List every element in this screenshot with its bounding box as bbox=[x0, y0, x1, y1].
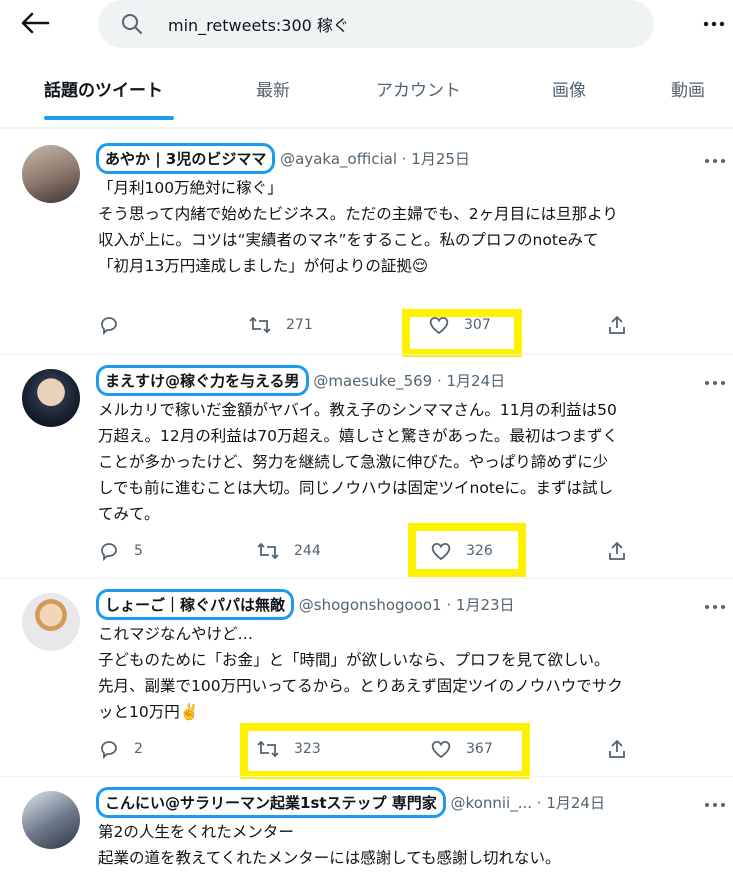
tweet-text: 「月利100万絶対に稼ぐ」 そう思って内緒で始めたビジネス。ただの主婦でも、2ヶ… bbox=[98, 175, 718, 279]
tweet-line: 収入が上に。コツは“実績者のマネ”をすること。私のプロフのnoteみて bbox=[98, 231, 599, 249]
reply-count: 2 bbox=[134, 741, 143, 757]
tweet-line: 万超え。12月の利益は70万超え。嬉しさと驚きがあった。最初はつまずく bbox=[98, 427, 618, 445]
handle-date[interactable]: @maesuke_569 · 1月24日 bbox=[313, 372, 505, 390]
share-button[interactable] bbox=[606, 539, 642, 563]
tweet[interactable]: こんにい@サラリーマン起業1stステップ 専門家 @konnii_... · 1… bbox=[0, 776, 733, 889]
tweet-line: ッと10万円✌️ bbox=[98, 703, 200, 721]
share-icon bbox=[609, 315, 625, 334]
tab-accounts[interactable]: アカウント bbox=[376, 76, 461, 101]
retweet-icon bbox=[257, 542, 279, 560]
reply-button[interactable] bbox=[98, 313, 134, 337]
search-box[interactable]: min_retweets:300 稼ぐ bbox=[98, 0, 654, 48]
reply-count: 5 bbox=[134, 543, 143, 559]
tweet-line: 先月、副業で100万円いってるから。とりあえず固定ツイのノウハウでサク bbox=[98, 677, 623, 695]
more-icon[interactable] bbox=[704, 157, 726, 165]
more-icon[interactable] bbox=[704, 603, 726, 611]
more-icon[interactable] bbox=[700, 10, 728, 38]
handle-date[interactable]: @ayaka_official · 1月25日 bbox=[280, 150, 470, 168]
tweet-line: ことが多かったけど、努力を継続して急激に伸びた。やっぱり諦めずに少 bbox=[98, 453, 609, 471]
display-name[interactable]: こんにい@サラリーマン起業1stステップ 専門家 bbox=[96, 787, 446, 818]
share-button[interactable] bbox=[606, 313, 642, 337]
share-button[interactable] bbox=[606, 737, 642, 761]
retweet-button[interactable]: 271 bbox=[248, 313, 313, 337]
retweet-icon bbox=[249, 316, 271, 334]
tweet-line: 子どものために「お金」と「時間」が欲しいなら、プロフを見て欲しい。 bbox=[98, 651, 610, 669]
tweet-line: 起業の道を教えてくれたメンターには感謝しても感謝し切れない。 bbox=[98, 849, 561, 867]
share-icon bbox=[609, 541, 625, 560]
back-arrow-icon[interactable] bbox=[18, 10, 52, 36]
more-icon[interactable] bbox=[704, 801, 726, 809]
tab-top[interactable]: 話題のツイート bbox=[44, 76, 163, 101]
reply-button[interactable]: 5 bbox=[98, 539, 143, 563]
tweet-text: 第2の人生をくれたメンター 起業の道を教えてくれたメンターには感謝しても感謝し切… bbox=[98, 819, 718, 871]
tweet-text: メルカリで稼いだ金額がヤバイ。教え子のシンママさん。11月の利益は50 万超え。… bbox=[98, 397, 718, 527]
tab-latest[interactable]: 最新 bbox=[256, 76, 290, 101]
search-tabs: 話題のツイート 最新 アカウント 画像 動画 bbox=[0, 66, 733, 126]
handle-date[interactable]: @shogonshogooo1 · 1月23日 bbox=[299, 596, 515, 614]
avatar[interactable] bbox=[22, 145, 80, 203]
highlight-box bbox=[402, 309, 522, 357]
search-header: min_retweets:300 稼ぐ 話題のツイート 最新 アカウント 画像 … bbox=[0, 0, 733, 128]
active-tab-indicator bbox=[44, 116, 174, 120]
retweet-button[interactable]: 244 bbox=[256, 539, 321, 563]
reply-icon bbox=[101, 543, 117, 562]
tweet-text: これマジなんやけど… 子どものために「お金」と「時間」が欲しいなら、プロフを見て… bbox=[98, 621, 718, 725]
highlight-box bbox=[240, 723, 530, 779]
tweet[interactable]: まえすけ@稼ぐ力を与える男 @maesuke_569 · 1月24日 メルカリで… bbox=[0, 354, 733, 578]
tweet[interactable]: あやか | 3児のビジママ @ayaka_official · 1月25日 「月… bbox=[0, 128, 733, 357]
tweet-line: これマジなんやけど… bbox=[98, 625, 254, 643]
avatar[interactable] bbox=[22, 369, 80, 427]
handle-date[interactable]: @konnii_... · 1月24日 bbox=[451, 794, 605, 812]
reply-icon bbox=[101, 317, 117, 336]
search-icon bbox=[122, 14, 142, 34]
tweet-line: しでも前に進むことは大切。同じノウハウは固定ツイnoteに。まずは試し bbox=[98, 479, 613, 497]
search-input[interactable]: min_retweets:300 稼ぐ bbox=[168, 12, 349, 36]
more-icon[interactable] bbox=[704, 379, 726, 387]
display-name[interactable]: しょーご｜稼ぐパパは無敵 bbox=[96, 589, 295, 620]
avatar[interactable] bbox=[22, 791, 80, 849]
display-name[interactable]: あやか | 3児のビジママ bbox=[96, 143, 276, 174]
tweet-line: メルカリで稼いだ金額がヤバイ。教え子のシンママさん。11月の利益は50 bbox=[98, 401, 617, 419]
tweet-line: そう思って内緒で始めたビジネス。ただの主婦でも、2ヶ月目には旦那より bbox=[98, 205, 618, 223]
reply-button[interactable]: 2 bbox=[98, 737, 143, 761]
tab-videos[interactable]: 動画 bbox=[671, 76, 705, 101]
tweet-line: 第2の人生をくれたメンター bbox=[98, 823, 294, 841]
avatar[interactable] bbox=[22, 593, 80, 651]
tweet[interactable]: しょーご｜稼ぐパパは無敵 @shogonshogooo1 · 1月23日 これマ… bbox=[0, 578, 733, 779]
tab-images[interactable]: 画像 bbox=[552, 76, 586, 101]
reply-icon bbox=[101, 741, 117, 760]
retweet-count: 271 bbox=[286, 317, 313, 333]
tweet-line: 「初月13万円達成しました」が何よりの証拠😌 bbox=[98, 257, 429, 275]
tweet-line: 「月利100万絶対に稼ぐ」 bbox=[98, 179, 283, 197]
share-icon bbox=[609, 739, 625, 758]
retweet-count: 244 bbox=[294, 543, 321, 559]
display-name[interactable]: まえすけ@稼ぐ力を与える男 bbox=[96, 365, 309, 396]
highlight-box bbox=[408, 523, 526, 577]
